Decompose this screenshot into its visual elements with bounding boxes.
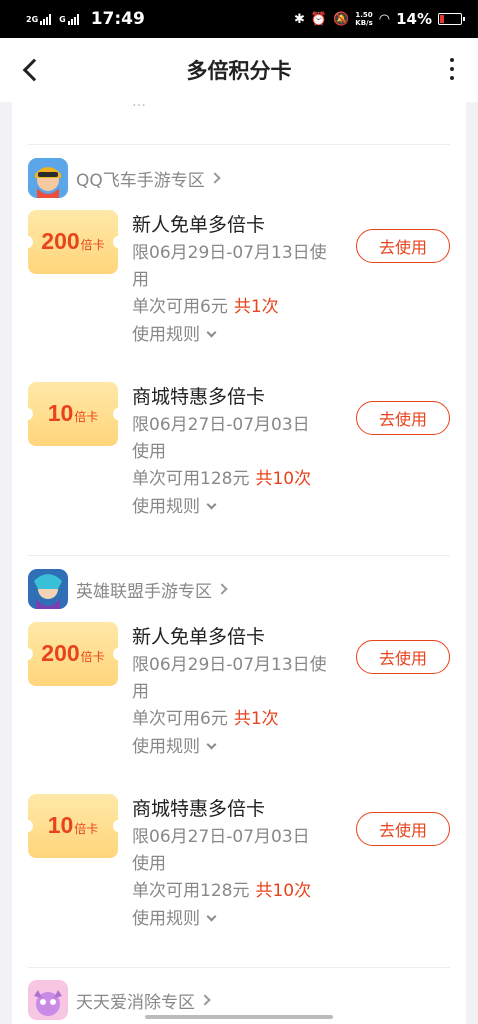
top-hint: … — [132, 102, 146, 110]
divider — [28, 967, 450, 968]
chevron-right-icon — [209, 172, 221, 184]
zone-header-happy-elimination[interactable]: 天天爱消除专区 — [28, 980, 211, 1020]
coupon-validity: 限06月27日-07月03日 使用 — [132, 415, 310, 462]
status-bar: 2G G 17:49 ✱ ⏰ 🔕 1.50 KB/s ◠ 14% — [0, 0, 478, 38]
coupon-limit: 单次可用6元 共1次 — [132, 297, 279, 317]
coupon-info: 商城特惠多倍卡 限06月27日-07月03日 使用 单次可用128元 共10次 使用… — [132, 382, 352, 521]
signal-2-icon — [67, 13, 79, 25]
signal-type-2: G — [59, 14, 66, 24]
coupon-limit: 单次可用128元 共10次 — [132, 469, 312, 489]
use-button[interactable]: 去使用 — [356, 401, 450, 435]
alarm-icon: ⏰ — [310, 11, 328, 27]
battery-icon — [438, 13, 465, 25]
chevron-down-icon — [206, 739, 217, 750]
chevron-down-icon — [206, 327, 217, 338]
coupon-count: 共10次 — [255, 881, 312, 901]
coupon-validity: 限06月29日-07月13日使用 — [132, 243, 327, 290]
status-time: 17:49 — [90, 9, 145, 29]
multiplier-ticket: 10 倍卡 — [23, 794, 123, 858]
zone-header-lol[interactable]: 英雄联盟手游专区 — [28, 569, 228, 609]
coupon-validity: 限06月27日-07月03日 使用 — [132, 827, 310, 874]
coupon-count: 共10次 — [255, 469, 312, 489]
lol-game-icon — [28, 569, 68, 609]
chevron-down-icon — [206, 911, 217, 922]
multiplier-ticket: 10 倍卡 — [23, 382, 123, 446]
bluetooth-icon: ✱ — [293, 11, 305, 27]
use-button[interactable]: 去使用 — [356, 812, 450, 846]
coupon-title: 商城特惠多倍卡 — [132, 386, 266, 408]
coupon-limit: 单次可用128元 共10次 — [132, 881, 312, 901]
coupon-title: 商城特惠多倍卡 — [132, 798, 266, 820]
zone-name: QQ飞车手游专区 — [76, 170, 205, 191]
coupon-title: 新人免单多倍卡 — [132, 626, 266, 648]
wifi-icon: ◠ — [378, 11, 391, 27]
use-button[interactable]: 去使用 — [356, 229, 450, 263]
nav-header: 多倍积分卡 — [0, 38, 478, 102]
qq-speed-game-icon — [28, 158, 68, 198]
divider — [28, 555, 450, 556]
content-card[interactable]: … QQ飞车手游专区 200 倍卡 新人免单多倍卡 限06月29日-07月13日使… — [12, 102, 466, 1024]
mute-icon: 🔕 — [333, 11, 350, 27]
use-button[interactable]: 去使用 — [356, 640, 450, 674]
usage-rules-toggle[interactable]: 使用规则 — [132, 905, 352, 933]
coupon-info: 新人免单多倍卡 限06月29日-07月13日使用 单次可用6元 共1次 使用规则 — [132, 210, 352, 349]
page-title: 多倍积分卡 — [186, 59, 292, 83]
usage-rules-toggle[interactable]: 使用规则 — [132, 321, 352, 349]
usage-rules-toggle[interactable]: 使用规则 — [132, 733, 352, 761]
signal-type-1: 2G — [26, 14, 39, 24]
usage-rules-toggle[interactable]: 使用规则 — [132, 493, 352, 521]
battery-percent: 14% — [396, 10, 432, 28]
coupon-count: 共1次 — [233, 709, 279, 729]
happy-elimination-game-icon — [28, 980, 68, 1020]
coupon-limit: 单次可用6元 共1次 — [132, 709, 279, 729]
multiplier-ticket: 200 倍卡 — [23, 210, 123, 274]
chevron-right-icon — [199, 994, 211, 1006]
coupon-info: 新人免单多倍卡 限06月29日-07月13日使用 单次可用6元 共1次 使用规则 — [132, 622, 352, 761]
divider — [28, 144, 450, 145]
chevron-right-icon — [216, 583, 228, 595]
zone-header-qq-speed[interactable]: QQ飞车手游专区 — [28, 158, 221, 198]
coupon-validity: 限06月29日-07月13日使用 — [132, 655, 327, 702]
coupon-info: 商城特惠多倍卡 限06月27日-07月03日 使用 单次可用128元 共10次 使用… — [132, 794, 352, 933]
zone-name: 天天爱消除专区 — [76, 992, 195, 1013]
zone-name: 英雄联盟手游专区 — [76, 581, 212, 602]
signal-1-icon — [40, 13, 52, 25]
coupon-title: 新人免单多倍卡 — [132, 214, 266, 236]
multiplier-ticket: 200 倍卡 — [23, 622, 123, 686]
back-icon[interactable] — [18, 56, 46, 84]
chevron-down-icon — [206, 499, 217, 510]
home-indicator[interactable] — [145, 1015, 333, 1019]
coupon-count: 共1次 — [233, 297, 279, 317]
network-speed: 1.50 KB/s — [355, 11, 373, 27]
more-icon[interactable] — [450, 58, 454, 80]
